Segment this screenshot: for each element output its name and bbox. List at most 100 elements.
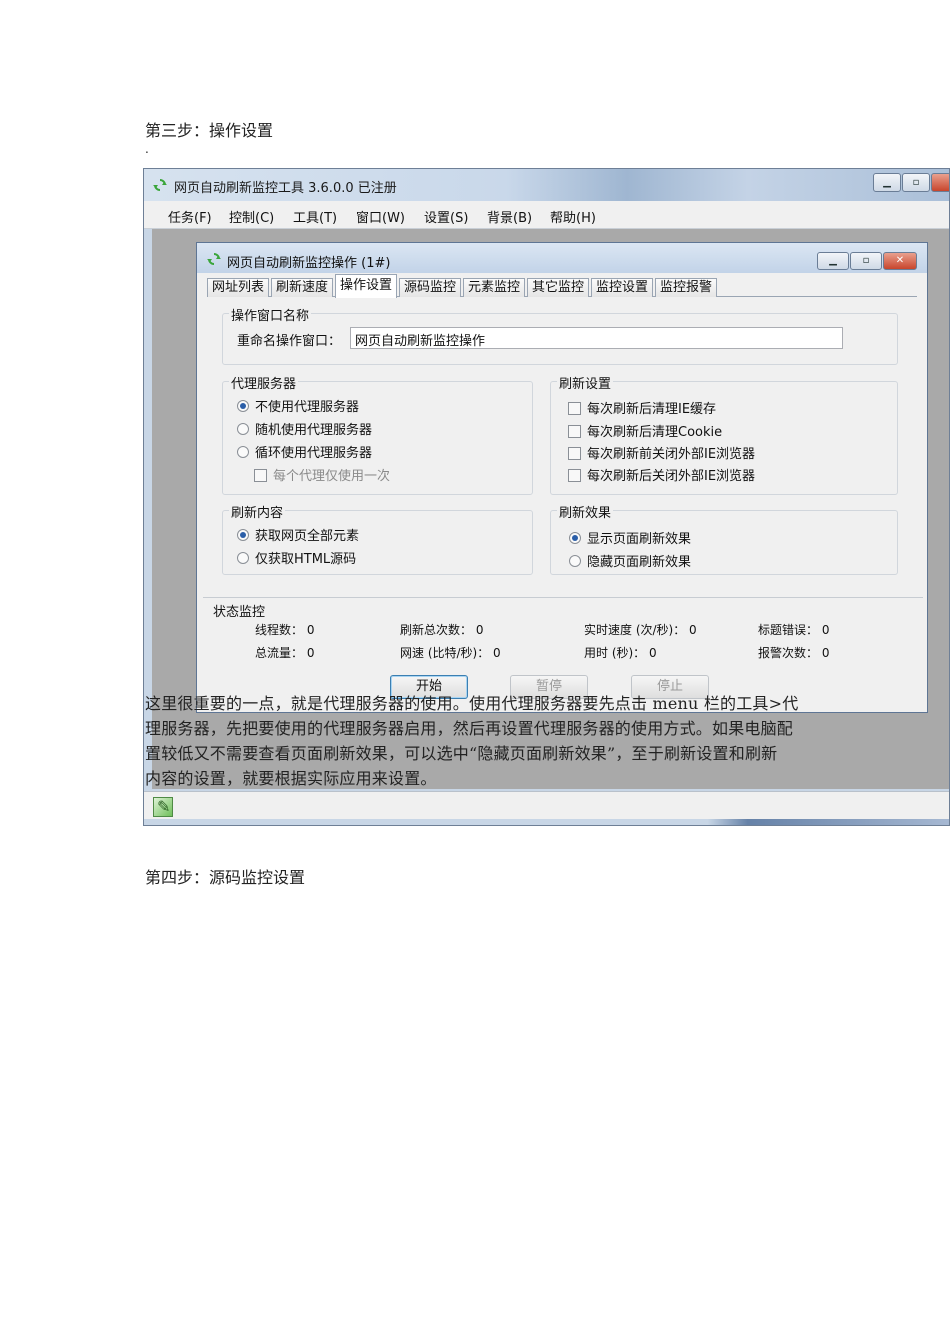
stat-total-refresh: 刷新总次数： 0 xyxy=(400,623,484,637)
checkbox-icon xyxy=(254,469,267,482)
effect-option-hide[interactable]: 隐藏页面刷新效果 xyxy=(569,551,691,570)
tab-url-list[interactable]: 网址列表 xyxy=(207,278,270,297)
rename-group-title: 操作窗口名称 xyxy=(229,305,312,324)
menu-settings[interactable]: 设置(S) xyxy=(424,207,468,226)
close-button[interactable]: ✕ xyxy=(883,252,917,270)
operation-window-controls: ▁ ▫ ✕ xyxy=(816,252,917,270)
radio-selected-icon xyxy=(569,532,581,544)
proxy-option-cycle-label: 循环使用代理服务器 xyxy=(255,446,373,461)
minimize-button[interactable]: ▁ xyxy=(873,173,901,192)
radio-icon xyxy=(237,423,249,435)
operation-window-title: 网页自动刷新监控操作 (1#) xyxy=(227,256,391,271)
operation-title-bar[interactable]: 网页自动刷新监控操作 (1#) ▁ ▫ ✕ xyxy=(197,243,927,273)
proxy-once-checkbox[interactable]: 每个代理仅使用一次 xyxy=(254,465,390,484)
checkbox-icon xyxy=(568,425,581,438)
content-option-all[interactable]: 获取网页全部元素 xyxy=(237,525,359,544)
proxy-option-none[interactable]: 不使用代理服务器 xyxy=(237,396,359,415)
check-close-ie-before[interactable]: 每次刷新前关闭外部IE浏览器 xyxy=(568,443,755,462)
tab-other-monitor[interactable]: 其它监控 xyxy=(527,278,590,297)
minimize-button[interactable]: ▁ xyxy=(817,252,849,270)
checkbox-icon xyxy=(568,447,581,460)
refresh-content-title: 刷新内容 xyxy=(229,502,286,521)
stat-realtime-speed: 实时速度 (次/秒)： 0 xyxy=(584,623,697,637)
step3-heading: 第三步：操作设置 xyxy=(145,121,274,140)
refresh-settings-title: 刷新设置 xyxy=(557,373,614,392)
check-clear-cookie[interactable]: 每次刷新后清理Cookie xyxy=(568,421,722,440)
menu-task[interactable]: 任务(F) xyxy=(168,207,212,226)
rename-label: 重命名操作窗口： xyxy=(237,334,342,349)
proxy-option-cycle[interactable]: 循环使用代理服务器 xyxy=(237,442,372,461)
window-bottom-edge xyxy=(144,819,949,825)
status-bar: ✎ xyxy=(144,791,949,819)
effect-option-show[interactable]: 显示页面刷新效果 xyxy=(569,528,691,547)
tab-operation-settings[interactable]: 操作设置 xyxy=(335,274,398,298)
paragraph-line-3: 置较低又不需要查看页面刷新效果，可以选中“隐藏页面刷新效果”，至于刷新设置和刷新 xyxy=(145,744,778,763)
maximize-button[interactable]: ▫ xyxy=(850,252,882,270)
check-clear-ie-cache-label: 每次刷新后清理IE缓存 xyxy=(587,402,717,417)
refresh-app-icon xyxy=(207,253,221,265)
menu-bar: 任务(F) 控制(C) 工具(T) 窗口(W) 设置(S) 背景(B) 帮助(H… xyxy=(144,201,949,229)
radio-icon xyxy=(237,446,249,458)
effect-option-show-label: 显示页面刷新效果 xyxy=(587,532,692,547)
status-monitor-panel: 状态监控 线程数： 0 刷新总次数： 0 实时速度 (次/秒)： 0 标题错误：… xyxy=(203,597,923,667)
checkbox-icon xyxy=(568,469,581,482)
check-clear-cookie-label: 每次刷新后清理Cookie xyxy=(587,425,723,440)
stat-threads: 线程数： 0 xyxy=(255,623,315,637)
close-button[interactable] xyxy=(931,173,949,192)
tab-strip: 网址列表 刷新速度 操作设置 源码监控 元素监控 其它监控 监控设置 监控报警 xyxy=(207,274,917,298)
tab-element-monitor[interactable]: 元素监控 xyxy=(463,278,526,297)
menu-help[interactable]: 帮助(H) xyxy=(550,207,596,226)
minimize-icon: ▁ xyxy=(829,255,837,266)
rename-input[interactable]: 网页自动刷新监控操作 xyxy=(350,327,843,349)
close-icon: ✕ xyxy=(895,255,905,266)
menu-control[interactable]: 控制(C) xyxy=(229,207,274,226)
check-close-ie-before-label: 每次刷新前关闭外部IE浏览器 xyxy=(587,447,756,462)
stat-title-errors: 标题错误： 0 xyxy=(758,623,830,637)
maximize-button[interactable]: ▫ xyxy=(902,173,930,192)
tab-refresh-speed[interactable]: 刷新速度 xyxy=(271,278,334,297)
proxy-option-random-label: 随机使用代理服务器 xyxy=(255,423,373,438)
refresh-effect-title: 刷新效果 xyxy=(557,502,614,521)
stat-time-used: 用时 (秒)： 0 xyxy=(584,646,657,660)
menu-tools[interactable]: 工具(T) xyxy=(293,207,337,226)
radio-icon xyxy=(237,552,249,564)
main-window-controls: ▁ ▫ xyxy=(872,173,949,192)
minimize-icon: ▁ xyxy=(883,176,891,188)
stat-alarm-count: 报警次数： 0 xyxy=(758,646,830,660)
menu-background[interactable]: 背景(B) xyxy=(487,207,532,226)
tab-monitor-alarm[interactable]: 监控报警 xyxy=(655,278,718,297)
status-monitor-title: 状态监控 xyxy=(213,605,266,620)
step4-heading: 第四步：源码监控设置 xyxy=(145,868,306,887)
radio-selected-icon xyxy=(237,400,249,412)
effect-option-hide-label: 隐藏页面刷新效果 xyxy=(587,555,692,570)
content-option-html[interactable]: 仅获取HTML源码 xyxy=(237,548,356,567)
main-title-bar[interactable]: 网页自动刷新监控工具 3.6.0.0 已注册 ▁ ▫ xyxy=(144,169,949,201)
connection-icon[interactable]: ✎ xyxy=(153,797,173,817)
radio-icon xyxy=(569,555,581,567)
check-close-ie-after-label: 每次刷新后关闭外部IE浏览器 xyxy=(587,469,756,484)
refresh-app-icon xyxy=(153,179,167,191)
stat-net-speed: 网速 (比特/秒)： 0 xyxy=(400,646,501,660)
proxy-once-label: 每个代理仅使用一次 xyxy=(273,469,391,484)
maximize-icon: ▫ xyxy=(912,176,920,188)
stat-total-traffic: 总流量： 0 xyxy=(255,646,315,660)
proxy-option-none-label: 不使用代理服务器 xyxy=(255,400,360,415)
check-clear-ie-cache[interactable]: 每次刷新后清理IE缓存 xyxy=(568,398,716,417)
content-option-html-label: 仅获取HTML源码 xyxy=(255,552,357,567)
operation-window: 网页自动刷新监控操作 (1#) ▁ ▫ ✕ 网址列表 刷新速度 操作设置 源码监… xyxy=(196,242,928,713)
stray-dot: . xyxy=(145,142,149,156)
checkbox-icon xyxy=(568,402,581,415)
paragraph-line-1: 这里很重要的一点，就是代理服务器的使用。使用代理服务器要先点击 menu 栏的工… xyxy=(145,694,799,713)
proxy-group-title: 代理服务器 xyxy=(229,373,299,392)
tab-source-monitor[interactable]: 源码监控 xyxy=(399,278,462,297)
paragraph-line-2: 理服务器，先把要使用的代理服务器启用，然后再设置代理服务器的使用方式。如果电脑配 xyxy=(145,719,794,738)
tab-monitor-settings[interactable]: 监控设置 xyxy=(591,278,654,297)
radio-selected-icon xyxy=(237,529,249,541)
paragraph-line-4: 内容的设置，就要根据实际应用来设置。 xyxy=(145,769,437,788)
menu-window[interactable]: 窗口(W) xyxy=(356,207,405,226)
main-window-title: 网页自动刷新监控工具 3.6.0.0 已注册 xyxy=(174,181,397,196)
content-option-all-label: 获取网页全部元素 xyxy=(255,529,360,544)
proxy-option-random[interactable]: 随机使用代理服务器 xyxy=(237,419,372,438)
check-close-ie-after[interactable]: 每次刷新后关闭外部IE浏览器 xyxy=(568,465,755,484)
maximize-icon: ▫ xyxy=(862,255,870,266)
